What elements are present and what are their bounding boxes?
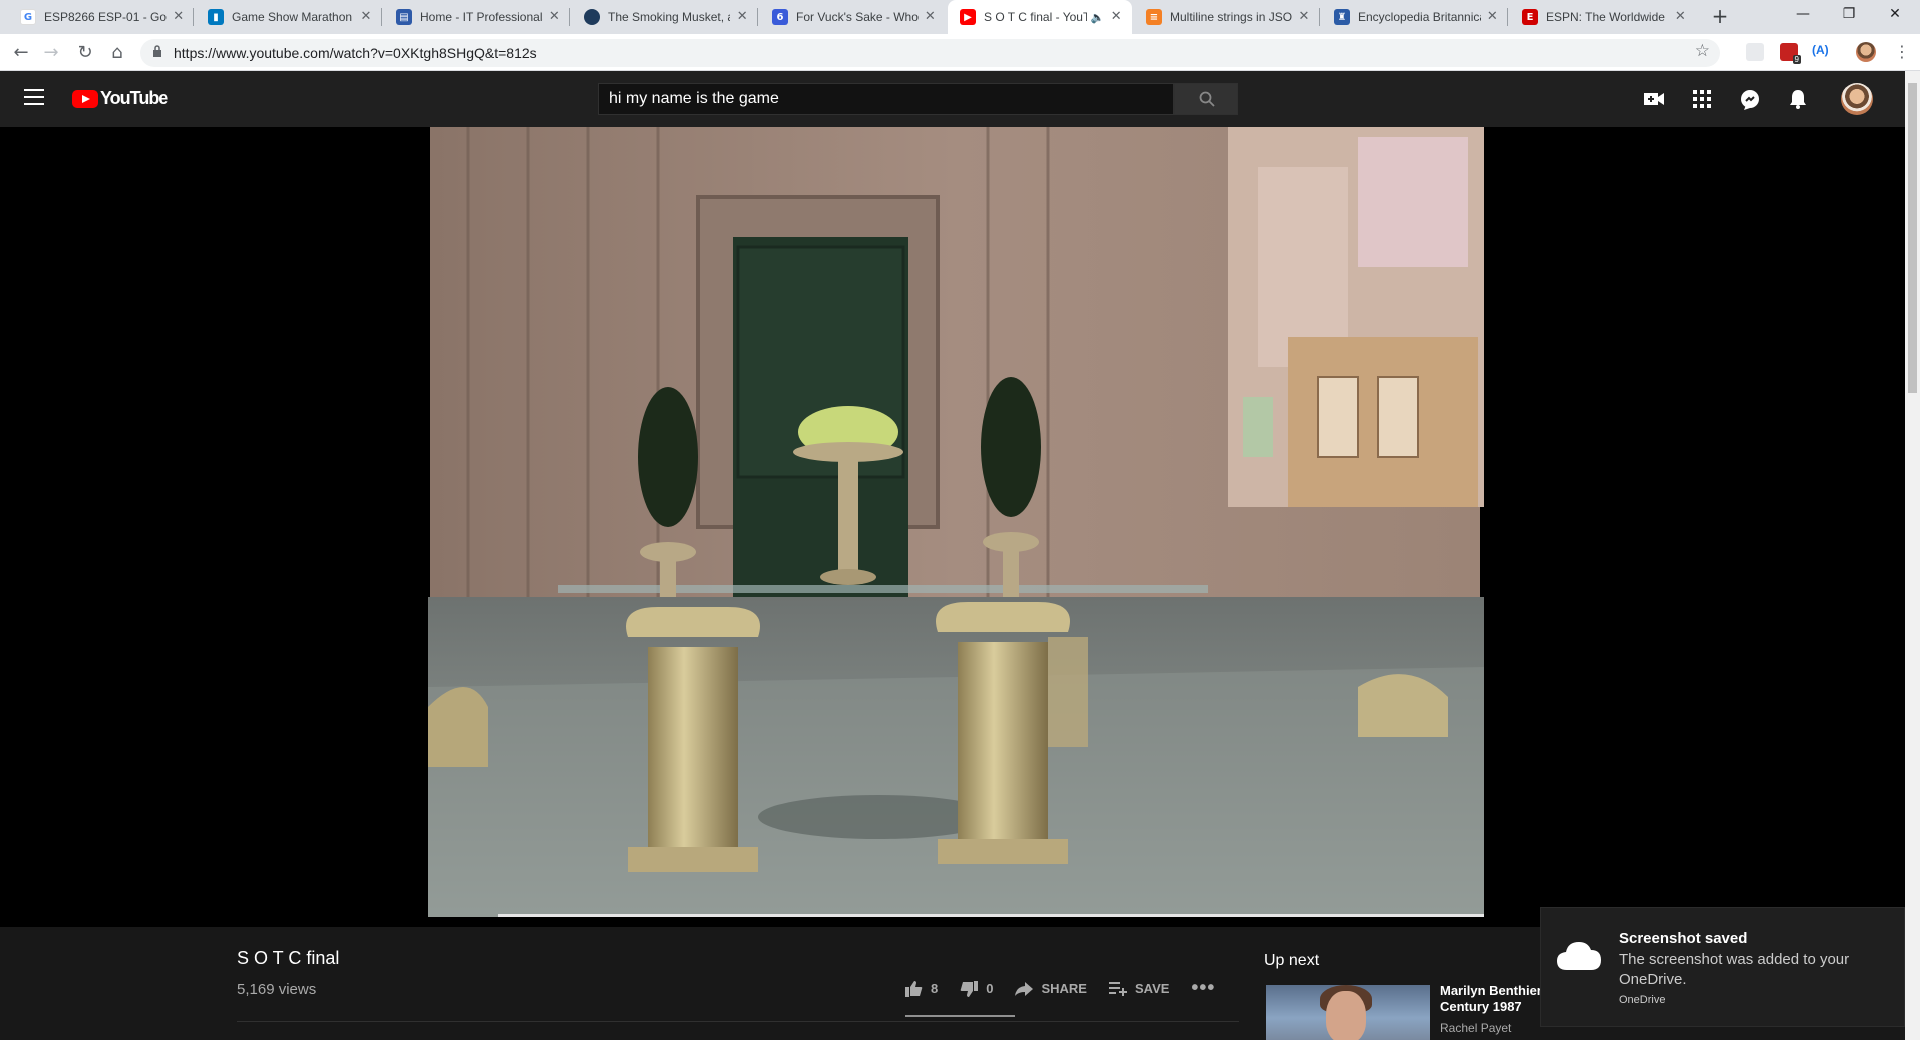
browser-tab[interactable]: ▮ Game Show Marathon ✕ xyxy=(196,0,382,34)
address-bar[interactable]: https://www.youtube.com/watch?v=0XKtgh8S… xyxy=(140,39,1720,67)
browser-tab[interactable]: ♜ Encyclopedia Britannica ✕ xyxy=(1322,0,1508,34)
apps-grid-icon[interactable] xyxy=(1690,87,1714,111)
divider xyxy=(237,1021,1239,1022)
profile-avatar[interactable] xyxy=(1856,42,1876,62)
close-tab-icon[interactable]: ✕ xyxy=(171,9,186,25)
onedrive-notification[interactable]: Screenshot saved The screenshot was adde… xyxy=(1540,907,1905,1027)
reload-button[interactable]: ↻ xyxy=(72,40,98,66)
toast-message: The screenshot was added to your OneDriv… xyxy=(1619,951,1850,988)
account-avatar[interactable] xyxy=(1841,83,1873,115)
search-box[interactable] xyxy=(598,83,1174,115)
messages-icon[interactable] xyxy=(1738,87,1762,111)
video-frame[interactable] xyxy=(428,127,1484,917)
close-tab-icon[interactable]: ✕ xyxy=(358,9,374,25)
recommended-video-title[interactable]: Marilyn Benthier Century 1987 xyxy=(1440,983,1550,1015)
trello-icon: ▮ xyxy=(208,9,224,25)
espn-icon: E xyxy=(1522,9,1538,25)
recommended-video-thumbnail[interactable] xyxy=(1266,985,1430,1040)
extension-icon[interactable] xyxy=(1746,43,1764,61)
recommended-video-channel: Rachel Payet xyxy=(1440,1021,1512,1035)
lock-icon xyxy=(153,45,161,57)
search-input[interactable] xyxy=(599,84,1173,114)
search-button[interactable] xyxy=(1174,83,1238,115)
back-button[interactable]: ← xyxy=(8,40,34,66)
url-text: https://www.youtube.com/watch?v=0XKtgh8S… xyxy=(174,45,537,61)
notifications-bell-icon[interactable] xyxy=(1786,87,1810,111)
browser-tab[interactable]: E ESPN: The Worldwide L ✕ xyxy=(1510,0,1696,34)
hamburger-menu-icon[interactable] xyxy=(24,89,44,105)
extension-a-icon[interactable]: (A) xyxy=(1812,43,1829,57)
search-icon xyxy=(1199,91,1215,107)
stackoverflow-icon: ≡ xyxy=(1146,9,1162,25)
up-next-label: Up next xyxy=(1264,952,1320,969)
close-window-button[interactable]: ✕ xyxy=(1872,0,1918,30)
save-button[interactable]: SAVE xyxy=(1108,981,1169,996)
cloud-icon xyxy=(1557,942,1601,970)
thumbs-up-icon xyxy=(905,980,923,997)
video-actions: 8 0 SHARE SAVE ••• xyxy=(905,977,1237,1000)
thumbs-down-icon xyxy=(960,980,979,997)
browser-toolbar: ← → ↻ ⌂ https://www.youtube.com/watch?v=… xyxy=(0,34,1920,71)
minimize-button[interactable]: — xyxy=(1780,0,1826,30)
home-button[interactable]: ⌂ xyxy=(104,40,130,66)
like-button[interactable]: 8 xyxy=(905,980,938,997)
view-count: 5,169 views xyxy=(237,981,317,998)
toast-source: OneDrive xyxy=(1619,994,1666,1006)
forward-button[interactable]: → xyxy=(38,40,64,66)
browser-tab-strip: G ESP8266 ESP-01 - Goog ✕ ▮ Game Show Ma… xyxy=(0,0,1920,34)
close-tab-icon[interactable]: ✕ xyxy=(734,9,750,25)
speaker-icon[interactable]: 🔈 xyxy=(1091,11,1105,24)
page-scrollbar[interactable] xyxy=(1905,71,1920,1040)
like-ratio-bar xyxy=(905,1015,1015,1017)
extension-badge-icon[interactable]: 9 xyxy=(1780,43,1801,64)
blue-square-icon: 6 xyxy=(772,9,788,25)
browser-tab[interactable]: 6 For Vuck's Sake - Whoo ✕ xyxy=(760,0,946,34)
video-player[interactable] xyxy=(0,127,1905,927)
new-tab-button[interactable]: + xyxy=(1708,5,1732,29)
google-icon: G xyxy=(20,9,36,25)
create-video-icon[interactable] xyxy=(1642,87,1666,111)
close-tab-icon[interactable]: ✕ xyxy=(547,9,562,25)
youtube-masthead: YouTube xyxy=(0,71,1905,127)
restore-button[interactable]: ❐ xyxy=(1826,0,1872,30)
share-arrow-icon xyxy=(1015,981,1034,996)
browser-tab[interactable]: ▤ Home - IT Professionals ✕ xyxy=(384,0,570,34)
more-actions-icon[interactable]: ••• xyxy=(1191,977,1215,1000)
youtube-icon: ▶ xyxy=(960,9,976,25)
browser-tab[interactable]: The Smoking Musket, a ✕ xyxy=(572,0,758,34)
toast-title: Screenshot saved xyxy=(1619,930,1748,947)
close-tab-icon[interactable]: ✕ xyxy=(1296,9,1312,25)
video-title: S O T C final xyxy=(237,948,340,968)
page-icon: ▤ xyxy=(396,9,412,25)
youtube-play-logo-icon xyxy=(72,89,98,108)
close-tab-icon[interactable]: ✕ xyxy=(923,9,938,25)
share-button[interactable]: SHARE xyxy=(1015,981,1087,996)
close-tab-icon[interactable]: ✕ xyxy=(1109,9,1124,25)
dislike-button[interactable]: 0 xyxy=(960,980,993,997)
youtube-logo[interactable]: YouTube xyxy=(72,88,168,109)
browser-tab[interactable]: G ESP8266 ESP-01 - Goog ✕ xyxy=(8,0,194,34)
chrome-menu-icon[interactable]: ⋮ xyxy=(1894,42,1910,61)
scrollbar-thumb[interactable] xyxy=(1908,83,1917,393)
browser-tab[interactable]: ≡ Multiline strings in JSO ✕ xyxy=(1134,0,1320,34)
globe-icon xyxy=(584,9,600,25)
close-tab-icon[interactable]: ✕ xyxy=(1485,9,1500,25)
playlist-add-icon xyxy=(1108,981,1127,996)
bookmark-star-icon[interactable]: ☆ xyxy=(1695,41,1710,61)
britannica-icon: ♜ xyxy=(1334,9,1350,25)
close-tab-icon[interactable]: ✕ xyxy=(1673,9,1688,25)
browser-tab-active[interactable]: ▶ S O T C final - YouT 🔈 ✕ xyxy=(948,0,1132,34)
